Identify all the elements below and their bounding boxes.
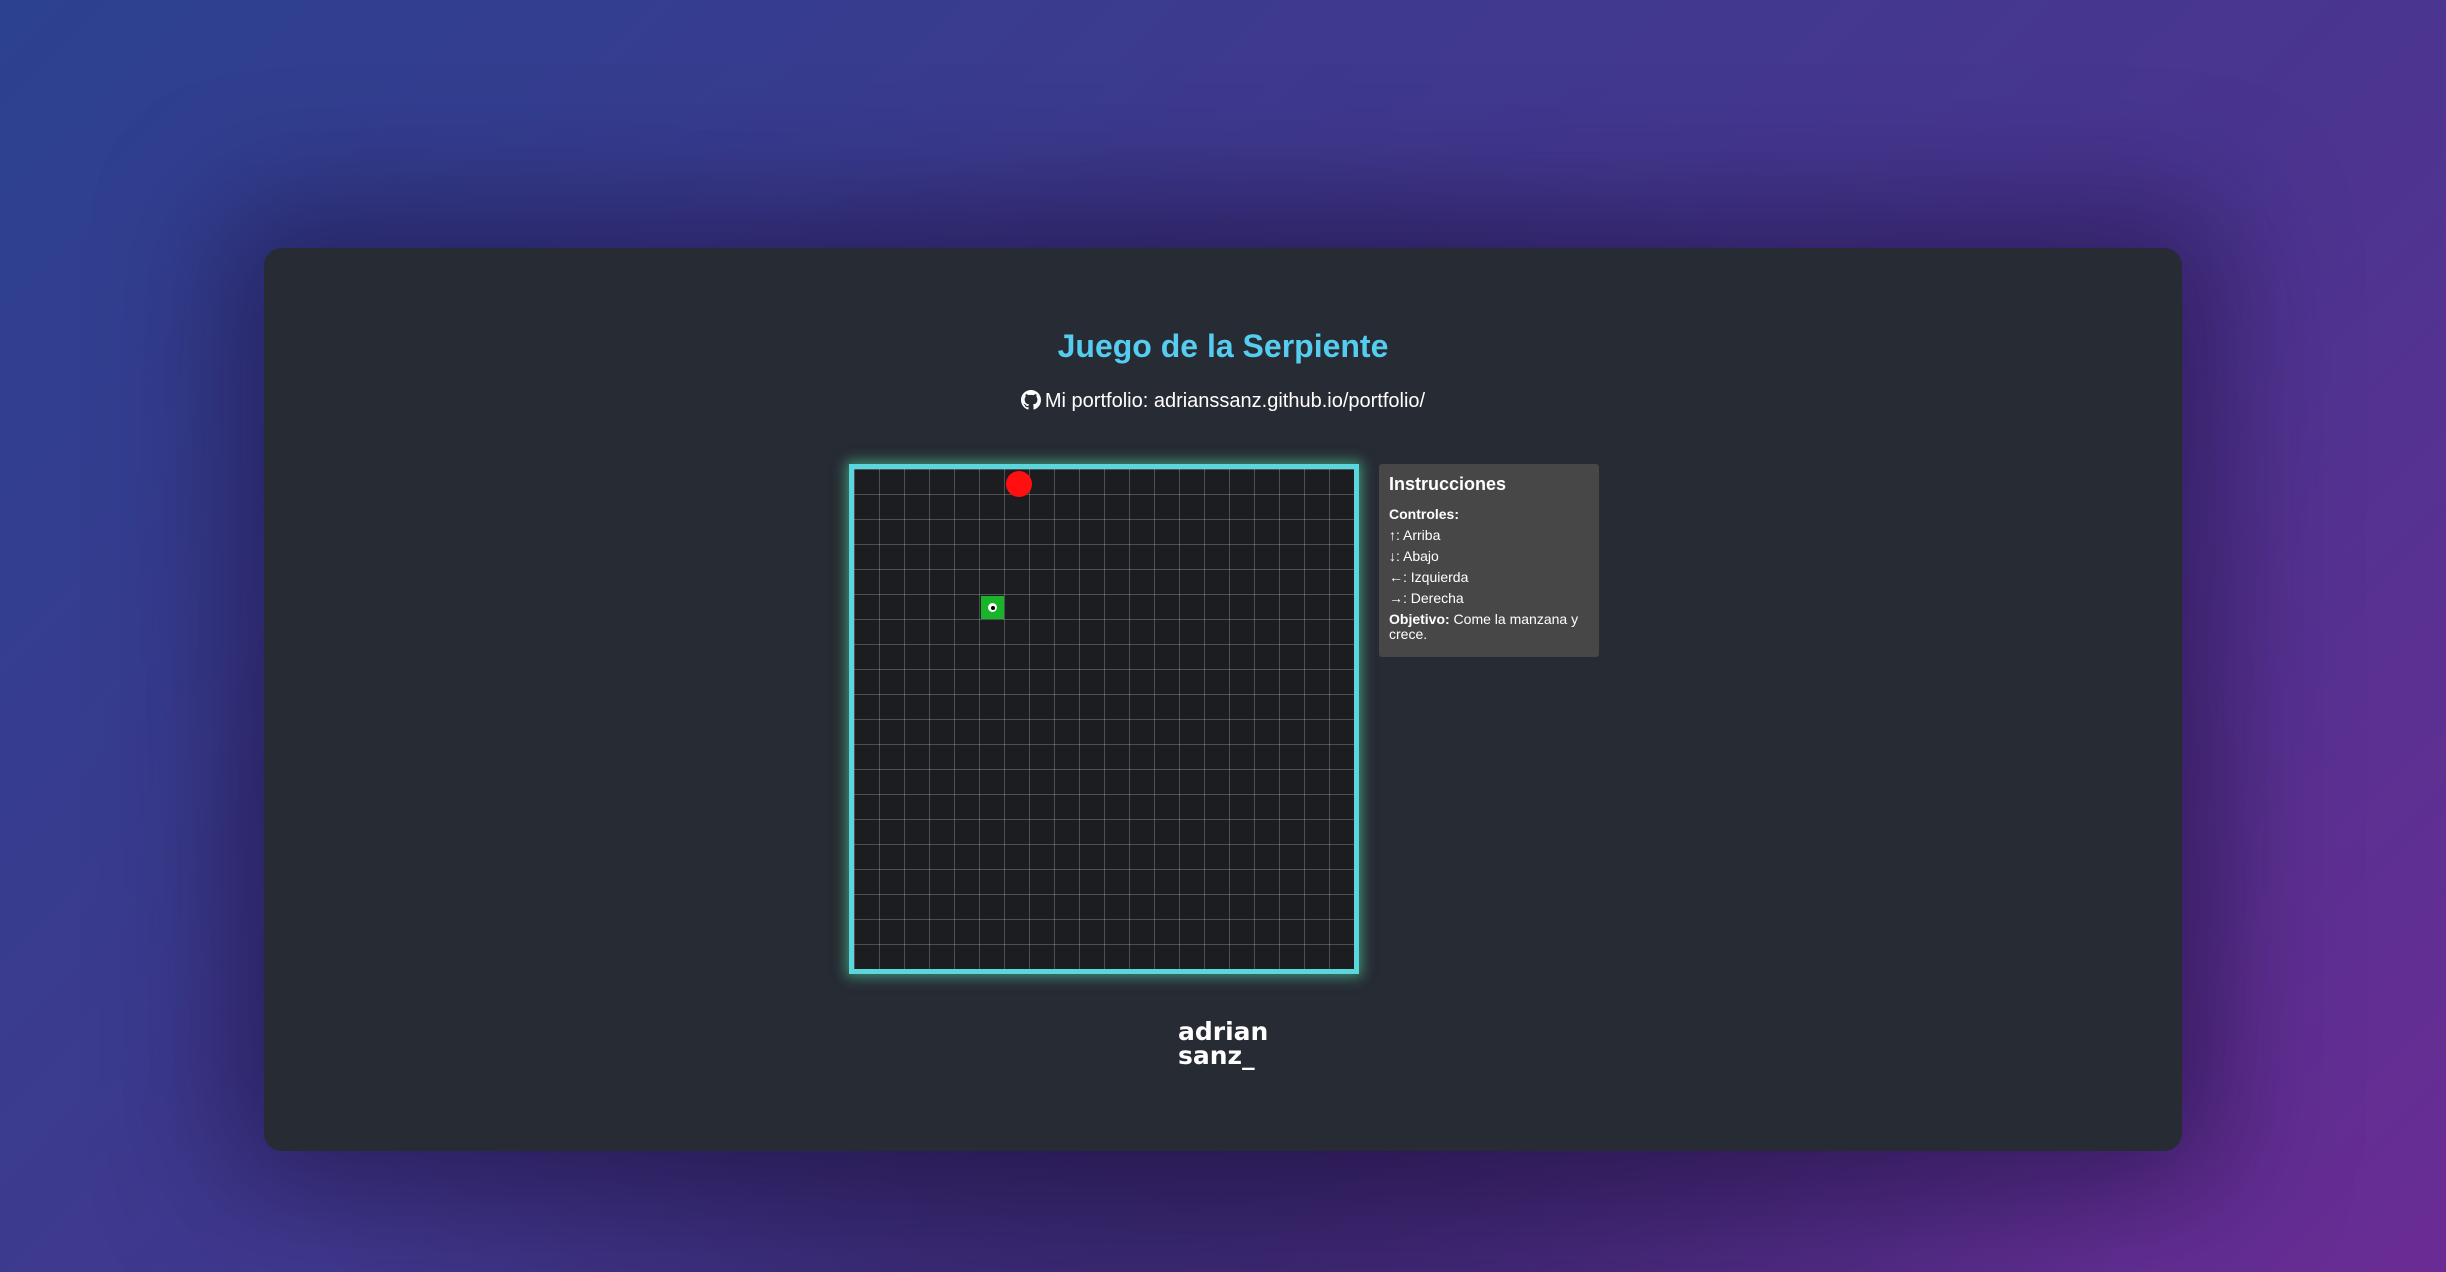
- control-up: ↑: Arriba: [1389, 528, 1589, 543]
- github-icon: [1020, 390, 1041, 410]
- up-arrow-key: ↑: [1389, 527, 1396, 543]
- objective-label: Objetivo:: [1389, 611, 1450, 627]
- portfolio-link-row: Mi portfolio: adrianssanz.github.io/port…: [264, 390, 2182, 413]
- logo-line-2: sanz_: [1178, 1041, 1255, 1070]
- game-board[interactable]: [849, 464, 1359, 974]
- control-up-action: : Arriba: [1396, 527, 1441, 543]
- game-card: Juego de la Serpiente Mi portfolio: adri…: [264, 248, 2182, 1151]
- snake-pupil: [991, 606, 995, 610]
- right-arrow-key: →: [1389, 590, 1403, 606]
- down-arrow-key: ↓: [1389, 548, 1396, 564]
- logo: adrian sanz_: [1178, 1019, 1268, 1070]
- control-right: →: Derecha: [1389, 591, 1589, 606]
- portfolio-link[interactable]: Mi portfolio: adrianssanz.github.io/port…: [1045, 390, 1425, 412]
- controls-label: Controles:: [1389, 506, 1459, 522]
- objective-line: Objetivo: Come la manzana y crece.: [1389, 612, 1589, 642]
- left-arrow-key: ←: [1389, 569, 1403, 585]
- control-down: ↓: Abajo: [1389, 549, 1589, 564]
- apple: [1006, 471, 1032, 497]
- page-title: Juego de la Serpiente: [1057, 328, 1389, 364]
- snake-head: [981, 596, 1004, 619]
- control-left-action: : Izquierda: [1403, 569, 1469, 585]
- instructions-panel: Instrucciones Controles: ↑: Arriba ↓: Ab…: [1379, 464, 1599, 657]
- control-down-action: : Abajo: [1396, 548, 1439, 564]
- control-left: ←: Izquierda: [1389, 570, 1589, 585]
- control-right-action: : Derecha: [1403, 590, 1464, 606]
- snake-eye: [988, 603, 997, 612]
- instructions-title: Instrucciones: [1389, 474, 1507, 494]
- controls-label-line: Controles:: [1389, 507, 1589, 522]
